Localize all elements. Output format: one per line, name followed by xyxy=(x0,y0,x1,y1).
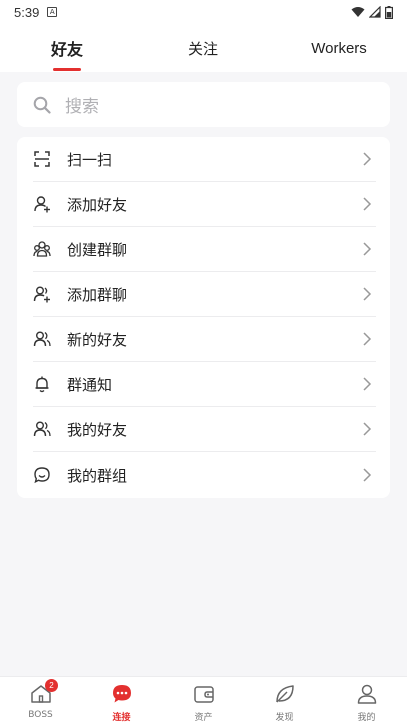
search-icon xyxy=(33,96,51,114)
menu-item-my-friends[interactable]: 我的好友 xyxy=(17,407,390,452)
new-friends-icon xyxy=(33,331,51,347)
bottom-nav: 2 BOSS 连接 资产 发现 我的 xyxy=(0,676,407,725)
nav-label: 资产 xyxy=(194,713,213,723)
tab-friends[interactable]: 好友 xyxy=(26,24,108,72)
nav-label: 发现 xyxy=(275,713,294,723)
nav-label: 我的 xyxy=(357,713,376,723)
wifi-icon xyxy=(351,7,365,17)
tab-friends-label: 好友 xyxy=(50,40,83,59)
notification-icon: A xyxy=(47,7,58,17)
chevron-right-icon xyxy=(363,197,372,211)
my-friends-icon xyxy=(33,421,51,437)
menu-item-label: 我的好友 xyxy=(67,421,128,439)
menu-item-label: 群通知 xyxy=(67,376,113,394)
status-time: 5:39 xyxy=(14,4,40,20)
menu-item-group-notice[interactable]: 群通知 xyxy=(17,362,390,407)
menu-item-scan[interactable]: 扫一扫 xyxy=(17,137,390,182)
chevron-right-icon xyxy=(363,152,372,166)
nav-label: 连接 xyxy=(112,713,131,723)
menu-item-label: 新的好友 xyxy=(67,331,128,349)
tab-active-indicator xyxy=(53,68,81,71)
nav-label: BOSS xyxy=(28,710,53,720)
battery-icon xyxy=(385,5,393,19)
chat-icon xyxy=(112,685,131,703)
search-input[interactable]: 搜索 xyxy=(17,82,390,127)
tab-following[interactable]: 关注 xyxy=(162,24,244,72)
nav-discover[interactable]: 发现 xyxy=(244,677,325,725)
add-group-icon xyxy=(33,286,50,303)
top-tabs: 好友 关注 Workers xyxy=(0,24,407,72)
nav-connect[interactable]: 连接 xyxy=(81,677,162,725)
divider xyxy=(33,451,376,452)
nav-mine[interactable]: 我的 xyxy=(326,677,407,725)
signal-icon xyxy=(369,6,381,18)
tab-following-label: 关注 xyxy=(187,39,218,58)
menu-item-label: 创建群聊 xyxy=(67,241,128,259)
menu-item-label: 添加群聊 xyxy=(67,286,128,304)
leaf-icon xyxy=(275,685,294,703)
bell-icon xyxy=(35,376,49,393)
menu-item-add-friend[interactable]: 添加好友 xyxy=(17,182,390,227)
chevron-right-icon xyxy=(363,422,372,436)
menu-item-label: 扫一扫 xyxy=(67,151,113,169)
nav-boss[interactable]: 2 BOSS xyxy=(0,677,81,725)
chevron-right-icon xyxy=(363,287,372,301)
chevron-right-icon xyxy=(363,377,372,391)
nav-assets[interactable]: 资产 xyxy=(163,677,244,725)
notification-badge: 2 xyxy=(45,679,58,692)
tab-workers-label: Workers xyxy=(311,39,367,57)
chevron-right-icon xyxy=(363,468,372,482)
search-placeholder: 搜索 xyxy=(65,97,99,117)
chevron-right-icon xyxy=(363,332,372,346)
menu-item-my-groups[interactable]: 我的群组 xyxy=(17,453,390,498)
friends-menu: 扫一扫 添加好友 创建群聊 添加群聊 新的好友 群通知 我的好友 我的群组 xyxy=(17,137,390,498)
wallet-icon xyxy=(193,686,214,703)
person-icon xyxy=(357,684,376,704)
scan-icon xyxy=(34,151,50,167)
create-group-icon xyxy=(33,241,51,257)
chevron-right-icon xyxy=(363,242,372,256)
menu-item-create-group[interactable]: 创建群聊 xyxy=(17,227,390,272)
my-groups-icon xyxy=(34,467,50,484)
menu-item-new-friends[interactable]: 新的好友 xyxy=(17,317,390,362)
status-bar: 5:39 A xyxy=(0,0,407,24)
menu-item-label: 我的群组 xyxy=(67,467,128,485)
menu-item-label: 添加好友 xyxy=(67,196,128,214)
menu-item-add-group[interactable]: 添加群聊 xyxy=(17,272,390,317)
status-indicators xyxy=(351,5,393,19)
add-friend-icon xyxy=(34,196,50,213)
tab-workers[interactable]: Workers xyxy=(296,24,382,72)
